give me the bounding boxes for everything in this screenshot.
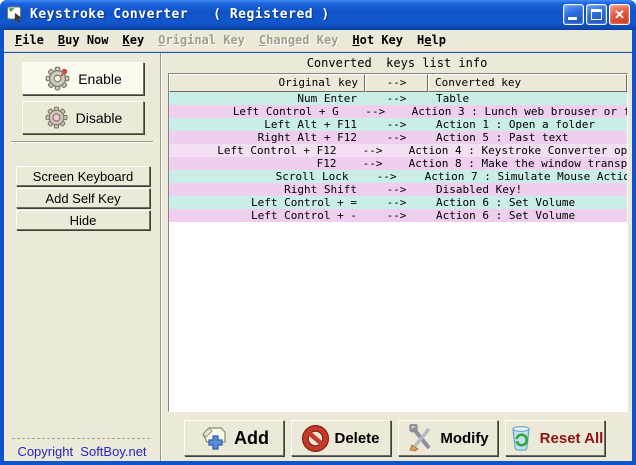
menu-item-original-key: Original Key: [151, 31, 252, 50]
arrow-cell: -->: [345, 144, 401, 157]
original-key-cell: Left Alt + F11: [169, 118, 365, 131]
app-window: Keystroke Converter ( Registered ) ✕ Fil…: [0, 0, 636, 465]
gear-disable-icon: [44, 105, 69, 130]
modify-button[interactable]: Modify: [398, 420, 498, 456]
close-button[interactable]: ✕: [609, 4, 630, 25]
window-title: Keystroke Converter ( Registered ): [30, 7, 563, 22]
disable-button[interactable]: Disable: [22, 101, 144, 134]
menu-item-buy-now[interactable]: Buy Now: [51, 31, 116, 50]
modify-icon: [407, 424, 435, 452]
modify-label: Modify: [440, 430, 488, 447]
menu-item-key[interactable]: Key: [116, 31, 152, 50]
key-list-row[interactable]: Left Control + G-->Action 3 : Lunch web …: [169, 105, 627, 118]
original-key-cell: Scroll Lock: [169, 170, 357, 183]
title-bar[interactable]: Keystroke Converter ( Registered ) ✕: [0, 0, 636, 30]
menu-item-help[interactable]: Help: [410, 31, 453, 50]
arrow-cell: -->: [365, 92, 428, 105]
add-self-key-label: Add Self Key: [45, 191, 120, 206]
converted-key-cell: Action 7 : Simulate Mouse Action: [417, 170, 627, 183]
reset-all-label: Reset All: [540, 430, 604, 447]
sidebar-separator: [11, 141, 153, 143]
column-header-arrow[interactable]: -->: [365, 74, 428, 92]
add-label: Add: [234, 428, 269, 449]
add-self-key-button[interactable]: Add Self Key: [16, 188, 150, 208]
hide-button[interactable]: Hide: [16, 210, 150, 230]
action-bar: Add Delete: [162, 420, 632, 456]
key-list-row[interactable]: Right Alt + F12-->Action 5 : Past text: [169, 131, 627, 144]
original-key-cell: Left Control + =: [169, 196, 365, 209]
key-list-row[interactable]: Left Alt + F11-->Action 1 : Open a folde…: [169, 118, 627, 131]
arrow-cell: -->: [365, 118, 428, 131]
original-key-cell: Right Shift: [169, 183, 365, 196]
add-icon: [199, 424, 229, 452]
converted-key-cell: Action 3 : Lunch web brouser or file: [404, 105, 627, 118]
menu-item-changed-key: Changed Key: [252, 31, 345, 50]
converted-keys-list[interactable]: Original key --> Converted key Num Enter…: [168, 73, 628, 412]
arrow-cell: -->: [365, 183, 428, 196]
converted-key-cell: Action 6 : Set Volume: [428, 196, 627, 209]
converted-key-cell: Action 4 : Keystroke Converter ope...: [401, 144, 627, 157]
key-list-row[interactable]: Num Enter-->Table: [169, 92, 627, 105]
original-key-cell: Left Control + F12: [169, 144, 345, 157]
enable-button[interactable]: Enable: [22, 62, 144, 95]
arrow-cell: -->: [345, 157, 401, 170]
list-title: Converted keys list info: [162, 56, 632, 70]
original-key-cell: F12: [169, 157, 345, 170]
column-header-converted-key[interactable]: Converted key: [428, 74, 627, 92]
delete-label: Delete: [334, 430, 379, 447]
key-list-row[interactable]: Scroll Lock-->Action 7 : Simulate Mouse …: [169, 170, 627, 183]
original-key-cell: Left Control + G: [169, 105, 347, 118]
key-list-row[interactable]: Left Control + F12-->Action 4 : Keystrok…: [169, 144, 627, 157]
menu-item-file[interactable]: File: [8, 31, 51, 50]
reset-all-button[interactable]: Reset All: [505, 420, 605, 456]
hide-label: Hide: [70, 213, 97, 228]
gear-enable-icon: [44, 65, 71, 92]
screen-keyboard-button[interactable]: Screen Keyboard: [16, 166, 150, 186]
converted-key-cell: Action 1 : Open a folder: [428, 118, 627, 131]
arrow-cell: -->: [365, 209, 428, 222]
delete-button[interactable]: Delete: [291, 420, 391, 456]
maximize-icon: [591, 9, 602, 20]
key-list-row[interactable]: F12-->Action 8 : Make the window transpa…: [169, 157, 627, 170]
enable-label: Enable: [78, 71, 122, 87]
converted-key-cell: Table: [428, 92, 627, 105]
converted-key-cell: Action 5 : Past text: [428, 131, 627, 144]
arrow-cell: -->: [357, 170, 417, 183]
original-key-cell: Right Alt + F12: [169, 131, 365, 144]
app-icon: [6, 5, 25, 24]
sidebar: Enable Disable Screen Keyboard Ad: [4, 53, 161, 461]
minimize-icon: [568, 17, 577, 20]
key-list-row[interactable]: Left Control + --->Action 6 : Set Volume: [169, 209, 627, 222]
converted-key-cell: Action 6 : Set Volume: [428, 209, 627, 222]
menu-bar: File Buy Now Key Original Key Changed Ke…: [4, 30, 632, 52]
reset-all-icon: [507, 424, 535, 452]
maximize-button[interactable]: [586, 4, 607, 25]
arrow-cell: -->: [347, 105, 404, 118]
column-header-original-key[interactable]: Original key: [169, 74, 365, 92]
key-list-rows: Num Enter-->TableLeft Control + G-->Acti…: [169, 92, 627, 411]
key-list-row[interactable]: Right Shift-->Disabled Key!: [169, 183, 627, 196]
arrow-cell: -->: [365, 196, 428, 209]
original-key-cell: Left Control + -: [169, 209, 365, 222]
disable-label: Disable: [76, 110, 123, 126]
original-key-cell: Num Enter: [169, 92, 365, 105]
main-panel: Converted keys list info Original key --…: [162, 53, 632, 461]
add-button[interactable]: Add: [184, 420, 284, 456]
menu-item-hot-key[interactable]: Hot Key: [345, 31, 410, 50]
close-icon: ✕: [610, 5, 629, 24]
minimize-button[interactable]: [563, 4, 584, 25]
screen-keyboard-label: Screen Keyboard: [33, 169, 133, 184]
arrow-cell: -->: [365, 131, 428, 144]
delete-icon: [302, 425, 329, 452]
client-area: Enable Disable Screen Keyboard Ad: [4, 53, 632, 461]
copyright-separator: [12, 438, 150, 439]
converted-key-cell: Action 8 : Make the window transpa...: [401, 157, 627, 170]
converted-key-cell: Disabled Key!: [428, 183, 627, 196]
key-list-row[interactable]: Left Control + =-->Action 6 : Set Volume: [169, 196, 627, 209]
copyright-text: Copyright SoftBoy.net: [4, 444, 160, 459]
list-header: Original key --> Converted key: [169, 74, 627, 92]
